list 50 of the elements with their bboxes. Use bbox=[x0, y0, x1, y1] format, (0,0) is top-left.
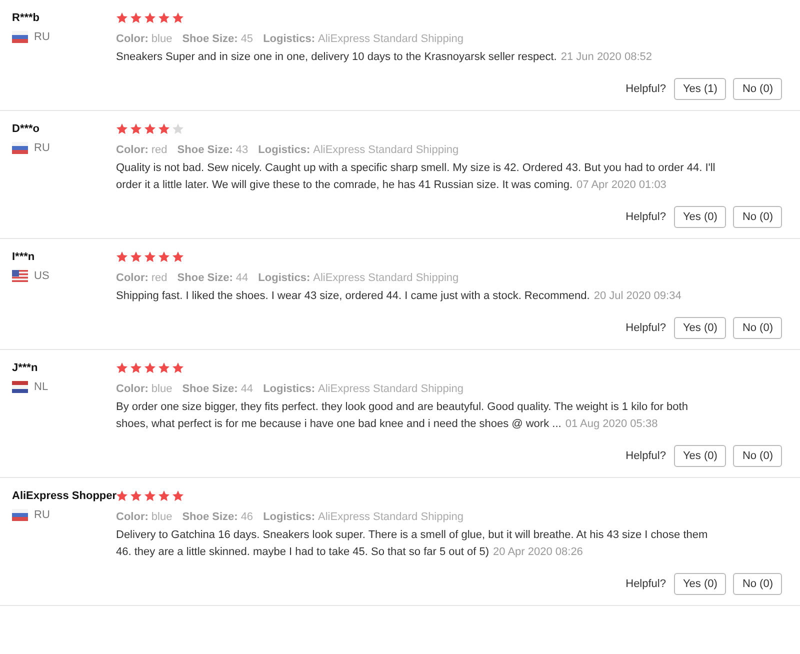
helpful-label: Helpful? bbox=[626, 322, 666, 334]
helpful-label: Helpful? bbox=[626, 578, 666, 590]
review-text: Shipping fast. I liked the shoes. I wear 43 size, ordered 44. I came just with a stock. Recommend. 20 Jul 2020 09:34 bbox=[116, 289, 682, 304]
country-code: RU bbox=[34, 509, 50, 521]
yes-button[interactable]: Yes (1) bbox=[674, 78, 726, 100]
attribute-text: Logistics: AliExpress Standard Shipping bbox=[263, 383, 464, 395]
reviewer-name: J***n bbox=[12, 361, 38, 375]
no-button[interactable]: No (0) bbox=[733, 573, 782, 595]
attribute-text: Color: red bbox=[116, 272, 168, 284]
yes-button[interactable]: Yes (0) bbox=[674, 445, 726, 467]
yes-button[interactable]: Yes (0) bbox=[674, 206, 726, 228]
no-button[interactable]: No (0) bbox=[733, 206, 782, 228]
country-code: RU bbox=[34, 31, 50, 43]
attribute-text: Logistics: AliExpress Standard Shipping bbox=[258, 272, 459, 284]
flag-icon bbox=[12, 509, 28, 521]
attribute-text: Color: red bbox=[116, 144, 168, 156]
flag-icon bbox=[12, 270, 28, 282]
reviewer-name: R***b bbox=[12, 11, 40, 25]
country-code: US bbox=[34, 270, 50, 282]
reviewer-name: I***n bbox=[12, 250, 35, 264]
attribute-text: Shoe Size: 43 bbox=[177, 144, 248, 156]
attribute-text: Logistics: AliExpress Standard Shipping bbox=[258, 144, 459, 156]
attribute-text: Shoe Size: 44 bbox=[177, 272, 248, 284]
helpful-label: Helpful? bbox=[626, 83, 666, 95]
review-text: Delivery to Gatchina 16 days. Sneakers look super. There is a smell of glue, but it will breathe. At his 43 size I chose them 46. they are a little skinned. maybe I had to take 45. So that so far 5 out of 5) 20 Apr 2020 08:26 bbox=[116, 528, 709, 560]
country-code: RU bbox=[34, 142, 50, 154]
attribute-text: Color: blue bbox=[116, 511, 172, 523]
yes-button[interactable]: Yes (0) bbox=[674, 317, 726, 339]
helpful-label: Helpful? bbox=[626, 211, 666, 223]
attribute-text: Logistics: AliExpress Standard Shipping bbox=[263, 33, 464, 45]
attribute-text: Color: blue bbox=[116, 33, 172, 45]
flag-icon bbox=[12, 142, 28, 154]
reviewer-name: D***o bbox=[12, 122, 40, 136]
helpful-label: Helpful? bbox=[626, 450, 666, 462]
attribute-text: Shoe Size: 45 bbox=[182, 33, 254, 45]
review-text: Sneakers Super and in size one in one, delivery 10 days to the Krasnoyarsk seller respect. 21 Jun 2020 08:52 bbox=[116, 50, 653, 65]
review-text: Quality is not bad. Sew nicely. Caught up with a specific sharp smell. My size is 42. Ordered 43. But you had to order 44. I'll order it a little later. We will give these to the comrade, he has 41 Russian size. It was coming. 07 Apr 2020 01:03 bbox=[116, 161, 716, 193]
flag-icon bbox=[12, 381, 28, 393]
attribute-text: Shoe Size: 46 bbox=[182, 511, 254, 523]
flag-icon bbox=[12, 31, 28, 43]
attribute-text: Logistics: AliExpress Standard Shipping bbox=[263, 511, 464, 523]
attribute-text: Shoe Size: 44 bbox=[182, 383, 254, 395]
yes-button[interactable]: Yes (0) bbox=[674, 573, 726, 595]
no-button[interactable]: No (0) bbox=[733, 445, 782, 467]
country-code: NL bbox=[34, 381, 48, 393]
attribute-text: Color: blue bbox=[116, 383, 172, 395]
no-button[interactable]: No (0) bbox=[733, 317, 782, 339]
review-text: By order one size bigger, they fits perfect. they look good and are beautyful. Good quality. The weight is 1 kilo for both shoes, what perfect is for me because i have one bad knee and i need the shoes @ work ... 01 Aug 2020 05:38 bbox=[116, 400, 689, 432]
no-button[interactable]: No (0) bbox=[733, 78, 782, 100]
reviewer-name: AliExpress Shopper bbox=[12, 489, 117, 503]
